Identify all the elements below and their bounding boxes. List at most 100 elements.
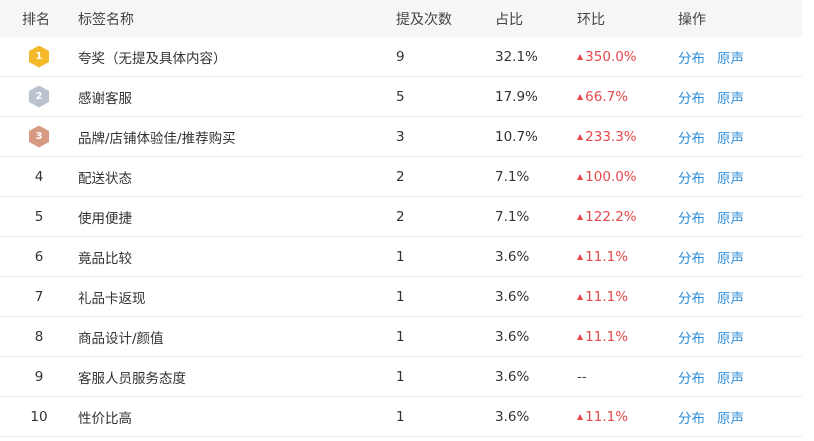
bronze-medal-icon: 3 xyxy=(29,126,49,148)
gold-medal-icon: 1 xyxy=(29,46,49,68)
silver-medal-icon: 2 xyxy=(29,86,49,108)
original-voice-link[interactable]: 原声 xyxy=(717,367,744,387)
change-value: 11.1% xyxy=(577,249,678,265)
tag-name: 商品设计/颜值 xyxy=(78,330,164,347)
tag-name: 性价比高 xyxy=(78,410,132,427)
table-row: 4 配送状态 2 7.1% 100.0%分布原声 xyxy=(0,157,802,197)
change-value: 350.0% xyxy=(577,49,678,65)
change-value: 11.1% xyxy=(577,289,678,305)
change-value: -- xyxy=(577,368,587,385)
header-count: 提及次数 xyxy=(396,11,452,28)
rank-number: 3 xyxy=(35,131,43,142)
distribution-link[interactable]: 分布 xyxy=(678,167,705,187)
ratio-value: 17.9% xyxy=(495,88,538,105)
tag-name: 使用便捷 xyxy=(78,210,132,227)
rank-number: 2 xyxy=(35,91,43,102)
change-value: 233.3% xyxy=(577,129,678,145)
change-value: 66.7% xyxy=(577,89,678,105)
mention-count: 2 xyxy=(396,208,405,225)
distribution-link[interactable]: 分布 xyxy=(678,367,705,387)
original-voice-link[interactable]: 原声 xyxy=(717,327,744,347)
tag-name: 品牌/店铺体验佳/推荐购买 xyxy=(78,130,236,147)
rank-cell: 2 xyxy=(0,86,78,108)
distribution-link[interactable]: 分布 xyxy=(678,247,705,267)
table-row: 1 夸奖（无提及具体内容） 9 32.1% 350.0%分布原声 xyxy=(0,37,802,77)
ratio-value: 7.1% xyxy=(495,208,530,225)
table-row: 3 品牌/店铺体验佳/推荐购买 3 10.7% 233.3%分布原声 xyxy=(0,117,802,157)
change-value: 100.0% xyxy=(577,169,678,185)
row-actions: 分布 原声 xyxy=(678,127,802,147)
tag-name: 客服人员服务态度 xyxy=(78,370,186,387)
rank-number: 1 xyxy=(35,51,43,62)
rank-cell: 6 xyxy=(34,248,44,265)
table-row: 8 商品设计/颜值 1 3.6% 11.1%分布原声 xyxy=(0,317,802,357)
original-voice-link[interactable]: 原声 xyxy=(717,247,744,267)
rank-cell: 1 xyxy=(0,46,78,68)
row-actions: 分布 原声 xyxy=(678,47,802,67)
rank-cell: 7 xyxy=(34,288,44,305)
original-voice-link[interactable]: 原声 xyxy=(717,127,744,147)
tag-name: 竟品比较 xyxy=(78,250,132,267)
row-actions: 分布 原声 xyxy=(678,87,802,107)
rank-cell: 10 xyxy=(30,408,48,425)
mention-count: 1 xyxy=(396,408,405,425)
rank-cell: 3 xyxy=(0,126,78,148)
change-value: 11.1% xyxy=(577,329,678,345)
change-value: 122.2% xyxy=(577,209,678,225)
distribution-link[interactable]: 分布 xyxy=(678,287,705,307)
original-voice-link[interactable]: 原声 xyxy=(717,407,744,427)
change-value: 11.1% xyxy=(577,409,678,425)
ratio-value: 10.7% xyxy=(495,128,538,145)
original-voice-link[interactable]: 原声 xyxy=(717,207,744,227)
ratio-value: 3.6% xyxy=(495,368,530,385)
distribution-link[interactable]: 分布 xyxy=(678,207,705,227)
mention-count: 1 xyxy=(396,328,405,345)
row-actions: 分布 原声 xyxy=(678,367,802,387)
original-voice-link[interactable]: 原声 xyxy=(717,287,744,307)
tag-name: 配送状态 xyxy=(78,170,132,187)
distribution-link[interactable]: 分布 xyxy=(678,87,705,107)
distribution-link[interactable]: 分布 xyxy=(678,327,705,347)
mention-count: 3 xyxy=(396,128,405,145)
tag-ranking-table: 排名 标签名称 提及次数 占比 环比 操作 1 夸奖（无提及具体内容） 9 32.1%… xyxy=(0,0,802,437)
header-rank: 排名 xyxy=(22,11,50,28)
table-row: 6 竟品比较 1 3.6% 11.1%分布原声 xyxy=(0,237,802,277)
header-ops: 操作 xyxy=(678,11,706,28)
table-row: 7 礼品卡返现 1 3.6% 11.1%分布原声 xyxy=(0,277,802,317)
table-body: 1夸奖（无提及具体内容）932.1%350.0%分布原声2感谢客服517.9%6… xyxy=(0,37,802,437)
row-actions: 分布 原声 xyxy=(678,407,802,427)
ratio-value: 3.6% xyxy=(495,408,530,425)
header-name: 标签名称 xyxy=(78,11,134,28)
rank-cell: 9 xyxy=(34,368,44,385)
rank-cell: 8 xyxy=(34,328,44,345)
ratio-value: 3.6% xyxy=(495,328,530,345)
row-actions: 分布 原声 xyxy=(678,207,802,227)
tag-name: 礼品卡返现 xyxy=(78,290,146,307)
ratio-value: 3.6% xyxy=(495,288,530,305)
table-row: 10 性价比高 1 3.6% 11.1%分布原声 xyxy=(0,397,802,437)
mention-count: 1 xyxy=(396,368,405,385)
distribution-link[interactable]: 分布 xyxy=(678,127,705,147)
distribution-link[interactable]: 分布 xyxy=(678,407,705,427)
mention-count: 1 xyxy=(396,248,405,265)
table-row: 5 使用便捷 2 7.1% 122.2%分布原声 xyxy=(0,197,802,237)
original-voice-link[interactable]: 原声 xyxy=(717,47,744,67)
header-ratio: 占比 xyxy=(495,11,523,28)
row-actions: 分布 原声 xyxy=(678,247,802,267)
ratio-value: 3.6% xyxy=(495,248,530,265)
ratio-value: 7.1% xyxy=(495,168,530,185)
rank-cell: 4 xyxy=(34,168,44,185)
distribution-link[interactable]: 分布 xyxy=(678,47,705,67)
tag-name: 感谢客服 xyxy=(78,90,132,107)
row-actions: 分布 原声 xyxy=(678,287,802,307)
mention-count: 1 xyxy=(396,288,405,305)
rank-cell: 5 xyxy=(34,208,44,225)
mention-count: 9 xyxy=(396,48,405,65)
row-actions: 分布 原声 xyxy=(678,167,802,187)
tag-name: 夸奖（无提及具体内容） xyxy=(78,50,227,67)
table-row: 9 客服人员服务态度 1 3.6% -- 分布 原声 xyxy=(0,357,802,397)
original-voice-link[interactable]: 原声 xyxy=(717,167,744,187)
mention-count: 2 xyxy=(396,168,405,185)
original-voice-link[interactable]: 原声 xyxy=(717,87,744,107)
ratio-value: 32.1% xyxy=(495,48,538,65)
